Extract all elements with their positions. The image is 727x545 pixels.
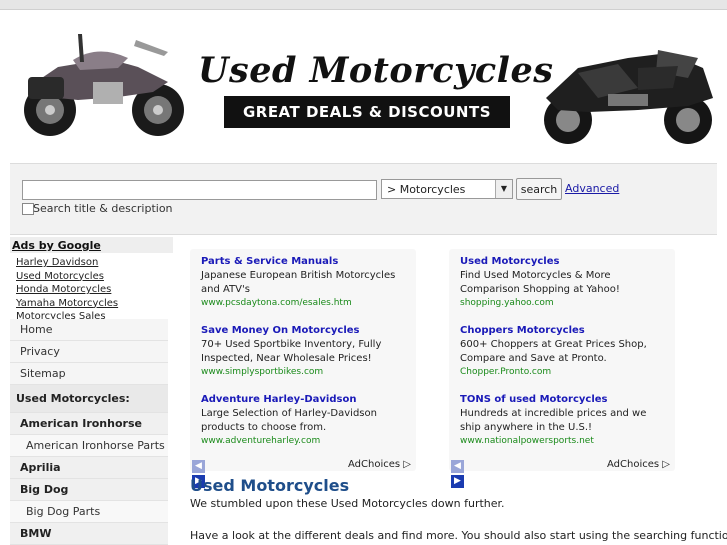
sidebar-item-big-dog[interactable]: Big Dog [10, 479, 168, 501]
ad-prev-icon[interactable]: ◀ [451, 460, 464, 473]
ad-text: 600+ Choppers at Great Prices Shop, Comp… [460, 339, 647, 364]
ad-url[interactable]: Chopper.Pronto.com [460, 366, 670, 379]
adchoices-icon: ▷ [403, 459, 411, 470]
ad-url[interactable]: www.pcsdaytona.com/esales.htm [201, 297, 411, 310]
content-paragraph: We stumbled upon these Used Motorcycles … [190, 497, 505, 510]
ad-title[interactable]: Choppers Motorcycles [460, 324, 670, 338]
sportbike-motorcycle-image [544, 50, 713, 144]
content-paragraph: Have a look at the different deals and f… [190, 529, 727, 542]
ad-text: Japanese European British Motorcycles an… [201, 270, 396, 295]
sidebar-ad-link[interactable]: Harley Davidson [16, 256, 166, 270]
ad-title[interactable]: TONS of used Motorcycles [460, 393, 670, 407]
ad-title[interactable]: Used Motorcycles [460, 255, 670, 269]
ad-nav: ◀▶ [451, 458, 481, 488]
sidebar-item-home[interactable]: Home [10, 319, 168, 341]
ad-unit[interactable]: Parts & Service Manuals Japanese Europea… [201, 255, 411, 310]
sidebar-ad-link[interactable]: Honda Motorcycles [16, 283, 166, 297]
ad-unit[interactable]: Adventure Harley-Davidson Large Selectio… [201, 393, 411, 448]
ad-text: Large Selection of Harley-Davidson produ… [201, 408, 377, 433]
search-input[interactable] [22, 180, 377, 200]
adchoices-link[interactable]: AdChoices ▷ [607, 459, 670, 470]
top-bar [0, 0, 727, 10]
ad-url[interactable]: www.nationalpowersports.net [460, 435, 670, 448]
category-select[interactable]: > Motorcycles ▼ [381, 179, 513, 199]
ad-unit[interactable]: TONS of used Motorcycles Hundreds at inc… [460, 393, 670, 448]
ad-title[interactable]: Parts & Service Manuals [201, 255, 411, 269]
ad-block-right: Used Motorcycles Find Used Motorcycles &… [449, 249, 675, 488]
category-select-value: > Motorcycles [387, 183, 466, 196]
ad-prev-icon[interactable]: ◀ [192, 460, 205, 473]
search-description-label: Search title & description [33, 202, 173, 215]
ad-unit[interactable]: Save Money On Motorcycles 70+ Used Sport… [201, 324, 411, 379]
sidebar-ad-link[interactable]: Used Motorcycles [16, 270, 166, 284]
search-button[interactable]: search [516, 178, 562, 200]
ads-by-google-link[interactable]: Ads by Google [12, 239, 101, 252]
site-header: Used Motorcycles GREAT DEALS & DISCOUNTS [0, 10, 727, 162]
sidebar-item-privacy[interactable]: Privacy [10, 341, 168, 363]
adchoices-icon: ▷ [662, 459, 670, 470]
sidebar-item-sitemap[interactable]: Sitemap [10, 363, 168, 385]
ad-url[interactable]: www.adventureharley.com [201, 435, 411, 448]
sidebar-ad-links: Harley Davidson Used Motorcycles Honda M… [16, 256, 166, 324]
advanced-search-link[interactable]: Advanced [565, 182, 619, 195]
adchoices-label: AdChoices [607, 459, 660, 470]
site-subtitle: GREAT DEALS & DISCOUNTS [224, 96, 510, 128]
ad-url[interactable]: www.simplysportbikes.com [201, 366, 411, 379]
sidebar-item-aprilia[interactable]: Aprilia [10, 457, 168, 479]
sidebar-item-bmw[interactable]: BMW [10, 523, 168, 545]
page-title: Used Motorcycles [190, 476, 350, 495]
site-title: Used Motorcycles [198, 50, 554, 91]
sidebar-menu: Home Privacy Sitemap Used Motorcycles: A… [10, 319, 168, 545]
ad-next-icon[interactable]: ▶ [451, 475, 464, 488]
sidebar-item-american-ironhorse[interactable]: American Ironhorse [10, 413, 168, 435]
ad-text: 70+ Used Sportbike Inventory, Fully Insp… [201, 339, 382, 364]
ad-block-left: Parts & Service Manuals Japanese Europea… [190, 249, 416, 488]
chevron-down-icon[interactable]: ▼ [495, 180, 512, 198]
sidebar-ad-link[interactable]: Yamaha Motorcycles [16, 297, 166, 311]
ad-text: Find Used Motorcycles & More Comparison … [460, 270, 620, 295]
ad-unit[interactable]: Used Motorcycles Find Used Motorcycles &… [460, 255, 670, 310]
sidebar-section-heading: Used Motorcycles: [10, 385, 168, 413]
adchoices-link[interactable]: AdChoices ▷ [348, 459, 411, 470]
ad-nav: ◀▶ [192, 458, 222, 488]
sidebar-item-american-ironhorse-parts[interactable]: American Ironhorse Parts [10, 435, 168, 457]
adchoices-label: AdChoices [348, 459, 401, 470]
ad-title[interactable]: Save Money On Motorcycles [201, 324, 411, 338]
ad-unit[interactable]: Choppers Motorcycles 600+ Choppers at Gr… [460, 324, 670, 379]
ad-url[interactable]: shopping.yahoo.com [460, 297, 670, 310]
ad-title[interactable]: Adventure Harley-Davidson [201, 393, 411, 407]
cruiser-motorcycle-image [24, 34, 184, 136]
sidebar-item-big-dog-parts[interactable]: Big Dog Parts [10, 501, 168, 523]
ad-text: Hundreds at incredible prices and we shi… [460, 408, 647, 433]
